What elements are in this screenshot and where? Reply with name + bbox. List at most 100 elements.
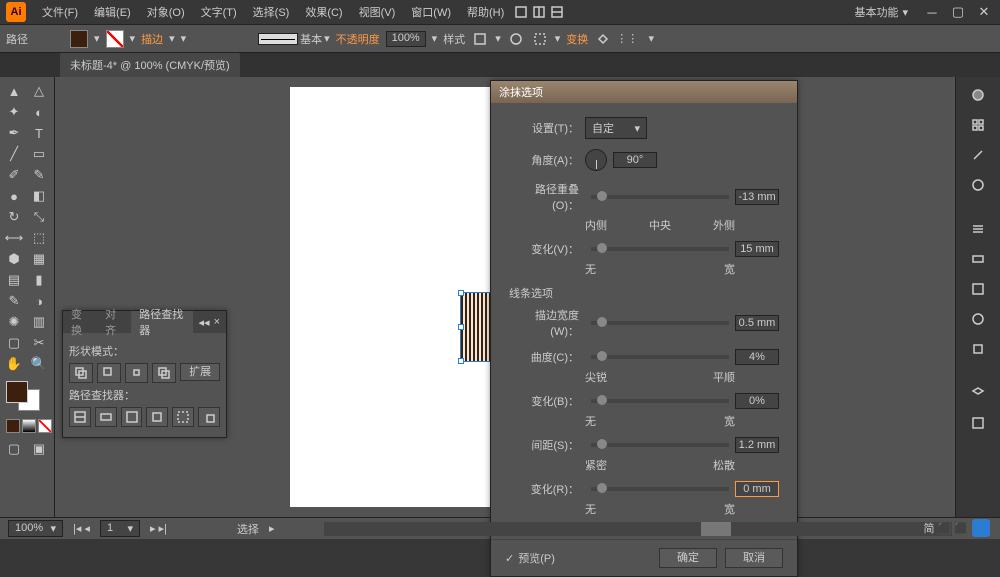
pathfinder-tab[interactable]: 路径查找器 — [131, 311, 192, 333]
document-tab[interactable]: 未标题-4* @ 100% (CMYK/预览) — [60, 53, 240, 77]
transform-label[interactable]: 变换 — [566, 31, 588, 47]
fill-dropdown-icon[interactable]: ▾ — [94, 32, 100, 45]
align-icon[interactable] — [531, 30, 549, 48]
curviness-slider[interactable] — [591, 355, 729, 359]
ime-indicator[interactable]: 简 ⬛ ⬛ — [923, 519, 990, 537]
menu-view[interactable]: 视图(V) — [351, 4, 404, 20]
artboard-number[interactable]: 1▾ — [100, 520, 140, 537]
stroke-weight-dropdown[interactable]: ▾ — [169, 32, 175, 45]
blob-tool[interactable]: ● — [2, 186, 26, 206]
rectangle-tool[interactable]: ▭ — [27, 144, 51, 164]
eraser-tool[interactable]: ◧ — [27, 186, 51, 206]
variation2-slider[interactable] — [591, 399, 729, 403]
scale-tool[interactable]: ⤡ — [27, 207, 51, 227]
zoom-tool[interactable]: 🔍 — [27, 354, 51, 374]
graphic-styles-panel-icon[interactable] — [966, 337, 990, 361]
artboard-nav-next[interactable]: ▸ ▸| — [150, 522, 167, 535]
stroke-panel-icon[interactable] — [966, 217, 990, 241]
spacing-slider[interactable] — [591, 443, 729, 447]
variation2-value[interactable]: 0% — [735, 393, 779, 409]
transparency-panel-icon[interactable] — [966, 277, 990, 301]
variation1-slider[interactable] — [591, 247, 729, 251]
brush-tool[interactable]: ✐ — [2, 165, 26, 185]
stroke-dropdown-icon[interactable]: ▾ — [130, 32, 136, 45]
gradient-panel-icon[interactable] — [966, 247, 990, 271]
angle-dial[interactable] — [585, 149, 607, 171]
merge-button[interactable] — [121, 407, 143, 427]
trim-button[interactable] — [95, 407, 117, 427]
screen-mode[interactable]: ▢ — [2, 439, 26, 459]
overlap-value[interactable]: -13 mm — [735, 189, 779, 205]
slice-tool[interactable]: ✂ — [27, 333, 51, 353]
screen-mode-2[interactable]: ▣ — [27, 439, 51, 459]
handle-tl[interactable] — [458, 290, 464, 296]
divide-button[interactable] — [69, 407, 91, 427]
dialog-title[interactable]: 涂抹选项 — [491, 81, 797, 103]
blend-tool[interactable]: ◑ — [27, 291, 51, 311]
pencil-tool[interactable]: ✎ — [27, 165, 51, 185]
variation3-value[interactable]: 0 mm — [735, 481, 779, 497]
layout3-icon[interactable] — [548, 3, 566, 21]
brushes-panel-icon[interactable] — [966, 143, 990, 167]
style-swatch[interactable] — [471, 30, 489, 48]
curviness-value[interactable]: 4% — [735, 349, 779, 365]
intersect-button[interactable] — [125, 363, 149, 383]
menu-edit[interactable]: 编辑(E) — [86, 4, 139, 20]
rotate-tool[interactable]: ↻ — [2, 207, 26, 227]
menu-effect[interactable]: 效果(C) — [297, 4, 350, 20]
appearance-panel-icon[interactable] — [966, 307, 990, 331]
variation1-value[interactable]: 15 mm — [735, 241, 779, 257]
recolor-icon[interactable] — [507, 30, 525, 48]
expand-button[interactable]: 扩展 — [180, 363, 220, 381]
workspace-switcher[interactable]: 基本功能 ▾ — [846, 4, 916, 20]
symbols-panel-icon[interactable] — [966, 173, 990, 197]
maximize-button[interactable]: ▢ — [948, 5, 968, 20]
nav-icon[interactable]: ⋮⋮ — [618, 30, 636, 48]
lasso-tool[interactable]: ◐ — [27, 102, 51, 122]
panel-close-icon[interactable]: × — [214, 316, 220, 329]
stroke-label[interactable]: 描边 — [141, 31, 163, 47]
menu-select[interactable]: 选择(S) — [245, 4, 298, 20]
swatches-panel-icon[interactable] — [966, 113, 990, 137]
panel-collapse-icon[interactable]: ◂◂ — [199, 316, 210, 329]
opacity-value[interactable]: 100% — [386, 31, 426, 47]
angle-value[interactable]: 90° — [613, 152, 657, 168]
opacity-label[interactable]: 不透明度 — [336, 31, 380, 47]
exclude-button[interactable] — [152, 363, 176, 383]
cancel-button[interactable]: 取消 — [725, 548, 783, 568]
eyedropper-tool[interactable]: ✎ — [2, 291, 26, 311]
menu-window[interactable]: 窗口(W) — [403, 4, 459, 20]
variation3-slider[interactable] — [591, 487, 729, 491]
pen-tool[interactable]: ✒ — [2, 123, 26, 143]
artboards-panel-icon[interactable] — [966, 411, 990, 435]
stroke-width-slider[interactable] — [591, 321, 729, 325]
stroke-width-value[interactable]: 0.5 mm — [735, 315, 779, 331]
layers-panel-icon[interactable] — [966, 381, 990, 405]
spacing-value[interactable]: 1.2 mm — [735, 437, 779, 453]
handle-bl[interactable] — [458, 358, 464, 364]
gradient-mode[interactable] — [22, 419, 36, 433]
nav2-icon[interactable]: ▾ — [642, 30, 660, 48]
handle-l[interactable] — [458, 324, 464, 330]
overlap-slider[interactable] — [591, 195, 729, 199]
minus-front-button[interactable] — [97, 363, 121, 383]
pathfinder-panel[interactable]: 变换 对齐 路径查找器 ◂◂× 形状模式： 扩展 路径查找器： — [62, 310, 227, 438]
none-mode[interactable] — [38, 419, 52, 433]
color-mode[interactable] — [6, 419, 20, 433]
stroke-profile[interactable]: 基本▾ — [258, 31, 330, 47]
line-tool[interactable]: ╱ — [2, 144, 26, 164]
fill-swatch[interactable] — [70, 30, 88, 48]
menu-type[interactable]: 文字(T) — [193, 4, 245, 20]
stroke-swatch[interactable] — [106, 30, 124, 48]
direct-selection-tool[interactable]: △ — [27, 81, 51, 101]
mesh-tool[interactable]: ▤ — [2, 270, 26, 290]
align-tab[interactable]: 对齐 — [97, 311, 131, 333]
selection-tool[interactable]: ▲ — [2, 81, 26, 101]
fill-stroke-swatches[interactable] — [2, 381, 42, 413]
hand-tool[interactable]: ✋ — [2, 354, 26, 374]
graph-tool[interactable]: ▥ — [27, 312, 51, 332]
symbol-tool[interactable]: ✺ — [2, 312, 26, 332]
free-transform-tool[interactable]: ⬚ — [27, 228, 51, 248]
menu-help[interactable]: 帮助(H) — [459, 4, 512, 20]
perspective-tool[interactable]: ▦ — [27, 249, 51, 269]
